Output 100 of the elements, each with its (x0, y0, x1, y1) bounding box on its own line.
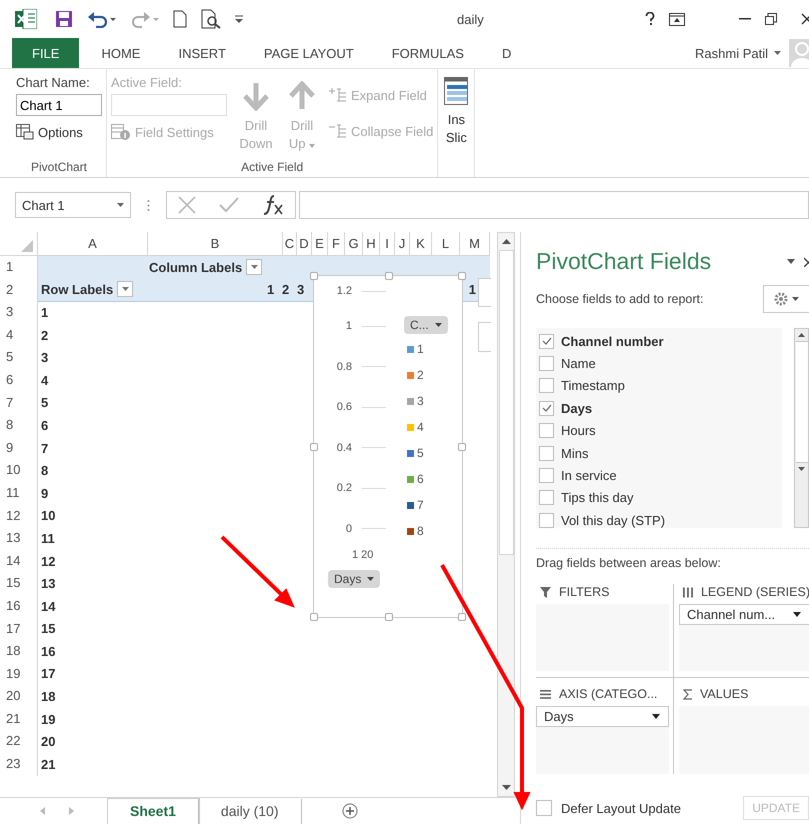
row-number[interactable]: 14 (0, 550, 38, 572)
restore-icon[interactable] (765, 13, 777, 25)
new-document-icon[interactable] (173, 10, 187, 28)
customize-toolbar-icon[interactable] (235, 14, 243, 24)
column-header[interactable]: I (380, 232, 395, 255)
scroll-up-icon[interactable] (502, 239, 510, 244)
undo-icon[interactable] (87, 10, 117, 28)
field-label[interactable]: Days (561, 400, 592, 416)
checkbox[interactable] (539, 512, 554, 528)
save-icon[interactable] (55, 10, 73, 28)
column-header[interactable]: B (148, 232, 283, 255)
row-number[interactable]: 11 (0, 482, 38, 505)
list-scrollbar[interactable] (794, 328, 809, 528)
chart-side-button[interactable] (478, 278, 491, 307)
column-header[interactable]: H (363, 232, 380, 255)
ribbon-tab[interactable]: D (486, 38, 528, 68)
previous-sheet-icon[interactable] (40, 807, 45, 815)
chart-side-button[interactable] (478, 322, 491, 352)
checkbox[interactable] (539, 400, 554, 416)
checkbox[interactable] (539, 468, 554, 484)
scroll-up-icon[interactable] (798, 333, 805, 337)
row-number[interactable]: 17 (0, 618, 38, 640)
sheet-tab[interactable]: daily (10) (198, 798, 302, 824)
insert-slicer-button[interactable]: Ins Slic (442, 75, 470, 147)
resize-handle[interactable] (458, 443, 466, 451)
caret-icon[interactable] (774, 51, 781, 55)
scroll-down-icon[interactable] (798, 467, 805, 471)
resize-handle[interactable] (310, 613, 318, 621)
field-label[interactable]: Name (561, 356, 596, 372)
column-header[interactable]: C (283, 232, 297, 255)
excel-logo-icon[interactable] (15, 9, 37, 29)
scroll-down-icon[interactable] (502, 785, 510, 790)
row-number[interactable]: 9 (0, 436, 38, 460)
column-header[interactable]: E (312, 232, 328, 255)
ribbon-tab[interactable]: FORMULAS (376, 38, 480, 68)
row-number[interactable]: 6 (0, 368, 38, 392)
print-preview-icon[interactable] (201, 9, 221, 29)
sheet-tab[interactable]: Sheet1 (108, 798, 199, 824)
redo-icon[interactable] (131, 10, 159, 28)
drop-area[interactable]: Channel num... (679, 604, 809, 671)
resize-handle[interactable] (458, 272, 466, 280)
field-label[interactable]: In service (561, 468, 617, 484)
row-number[interactable]: 3 (0, 301, 38, 324)
row-number[interactable]: 4 (0, 324, 38, 346)
row-number[interactable]: 22 (0, 730, 38, 754)
chart-area[interactable]: 1.2 1 0.8 0.6 0.4 0.2 0 C... 1 2 3 4 5 6 7 8 1 20 Days (313, 275, 463, 618)
checkbox[interactable] (539, 490, 554, 506)
options-button[interactable]: Options (16, 120, 102, 144)
checkbox[interactable] (539, 378, 554, 394)
resize-handle[interactable] (458, 613, 466, 621)
checkbox[interactable] (539, 334, 554, 349)
row-number[interactable]: 20 (0, 685, 38, 708)
column-header[interactable]: J (395, 232, 410, 255)
field-label[interactable]: Timestamp (561, 378, 625, 394)
ribbon-display-options-icon[interactable] (669, 12, 685, 26)
name-box[interactable]: Chart 1 (15, 192, 131, 218)
column-header[interactable]: K (410, 232, 432, 255)
ribbon-tab[interactable]: INSERT (162, 38, 242, 68)
resize-handle[interactable] (310, 272, 318, 280)
ribbon-tab[interactable]: PAGE LAYOUT (248, 38, 370, 68)
row-number[interactable]: 12 (0, 504, 38, 528)
field-label[interactable]: Channel number (561, 334, 664, 349)
field-label[interactable]: Vol this day (STP) (561, 512, 666, 528)
checkbox[interactable] (539, 356, 554, 372)
chart-name-field[interactable]: Chart 1 (16, 94, 102, 116)
legend-field-button[interactable]: C... (404, 316, 448, 334)
field-label[interactable]: Hours (561, 423, 596, 438)
insert-function-icon[interactable] (262, 194, 284, 216)
column-header[interactable]: F (328, 232, 345, 255)
row-number[interactable]: 15 (0, 572, 38, 595)
field-label[interactable]: Mins (561, 446, 588, 461)
column-header[interactable]: L (432, 232, 460, 255)
column-header[interactable]: A (38, 232, 148, 255)
check-icon[interactable] (218, 197, 239, 213)
field-label[interactable]: Tips this day (561, 490, 634, 506)
vertical-scrollbar[interactable] (497, 232, 515, 797)
resize-handle[interactable] (385, 613, 393, 621)
row-number[interactable]: 21 (0, 708, 38, 730)
row-number[interactable]: 8 (0, 414, 38, 437)
caret-icon[interactable] (787, 259, 795, 264)
tools-button[interactable] (763, 285, 809, 313)
ribbon-tab[interactable]: FILE (12, 38, 80, 68)
checkbox-label[interactable]: Defer Layout Update (561, 800, 681, 816)
column-header[interactable]: D (297, 232, 312, 255)
minimize-icon[interactable] (739, 18, 751, 20)
close-icon[interactable] (801, 13, 809, 25)
avatar-icon[interactable] (789, 39, 809, 67)
row-number[interactable]: 23 (0, 753, 38, 776)
drop-area[interactable]: Days (536, 706, 669, 774)
filter-dropdown-button[interactable] (246, 259, 262, 276)
checkbox[interactable] (536, 800, 552, 816)
user-name[interactable]: Rashmi Patil (695, 46, 768, 60)
cancel-icon[interactable] (178, 196, 196, 214)
field-dropdown[interactable]: Channel num... (679, 604, 809, 625)
resize-handle[interactable] (310, 443, 318, 451)
row-number[interactable]: 18 (0, 640, 38, 663)
row-number[interactable]: 10 (0, 459, 38, 482)
row-number[interactable]: 13 (0, 527, 38, 550)
next-sheet-icon[interactable] (69, 807, 74, 815)
new-sheet-icon[interactable] (342, 803, 358, 819)
